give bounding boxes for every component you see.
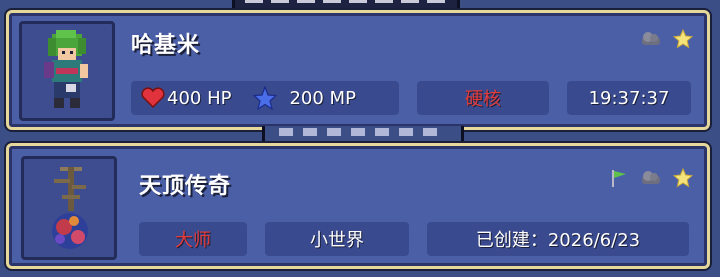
character-entry[interactable]: 哈基米 400 HP 200 MP 硬核 19:37:37 xyxy=(6,10,710,130)
world-difficulty: 大师 xyxy=(139,222,247,256)
world-icons xyxy=(609,168,693,188)
world-created-date: 已创建：2026/6/23 xyxy=(427,222,689,256)
world-avatar xyxy=(21,156,117,260)
favorite-star-icon[interactable] xyxy=(673,168,693,188)
mp-value: 200 MP xyxy=(289,87,356,109)
character-avatar xyxy=(19,21,115,121)
cloud-icon[interactable] xyxy=(639,169,663,187)
character-difficulty: 硬核 xyxy=(417,81,549,115)
character-icons xyxy=(639,29,693,49)
world-sprite-icon xyxy=(52,167,88,249)
character-playtime: 19:37:37 xyxy=(567,81,691,115)
character-stats: 400 HP 200 MP xyxy=(131,81,399,115)
world-size: 小世界 xyxy=(265,222,409,256)
mana-star-icon xyxy=(253,86,278,110)
world-name: 天顶传奇 xyxy=(139,174,232,199)
cloud-icon[interactable] xyxy=(639,30,663,48)
character-name: 哈基米 xyxy=(131,33,201,58)
hp-value: 400 HP xyxy=(167,87,232,109)
favorite-star-icon[interactable] xyxy=(673,29,693,49)
heart-icon xyxy=(141,87,165,109)
character-sprite-icon xyxy=(44,30,88,108)
flag-icon[interactable] xyxy=(609,168,629,188)
world-entry[interactable]: 天顶传奇 大师 小世界 已创建：2026/6/23 xyxy=(6,143,710,269)
